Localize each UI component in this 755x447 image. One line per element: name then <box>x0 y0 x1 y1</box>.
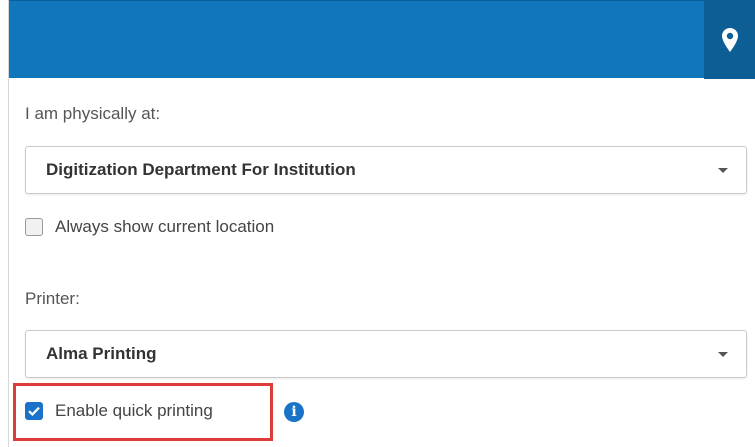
quick-printing-label: Enable quick printing <box>55 401 213 420</box>
caret-down-icon <box>718 352 728 357</box>
printer-select-value: Alma Printing <box>46 344 157 363</box>
quick-printing-checkbox[interactable] <box>25 402 43 420</box>
location-select[interactable]: Digitization Department For Institution <box>25 146 747 194</box>
map-marker-icon <box>722 28 738 52</box>
location-button[interactable] <box>704 1 755 79</box>
location-label: I am physically at: <box>25 104 161 123</box>
printer-label: Printer: <box>25 289 80 308</box>
checkmark-icon <box>28 406 40 416</box>
printer-select[interactable]: Alma Printing <box>25 330 747 378</box>
always-show-location-checkbox[interactable] <box>25 218 43 236</box>
location-select-value: Digitization Department For Institution <box>46 160 356 179</box>
location-panel: I am physically at: Digitization Departm… <box>8 0 755 447</box>
caret-down-icon <box>718 168 728 173</box>
panel-header <box>9 0 755 79</box>
quick-printing-option[interactable]: Enable quick printing <box>25 401 213 421</box>
always-show-location-label: Always show current location <box>55 217 275 236</box>
info-icon[interactable]: i <box>284 402 304 422</box>
always-show-location-option[interactable]: Always show current location <box>25 217 274 237</box>
